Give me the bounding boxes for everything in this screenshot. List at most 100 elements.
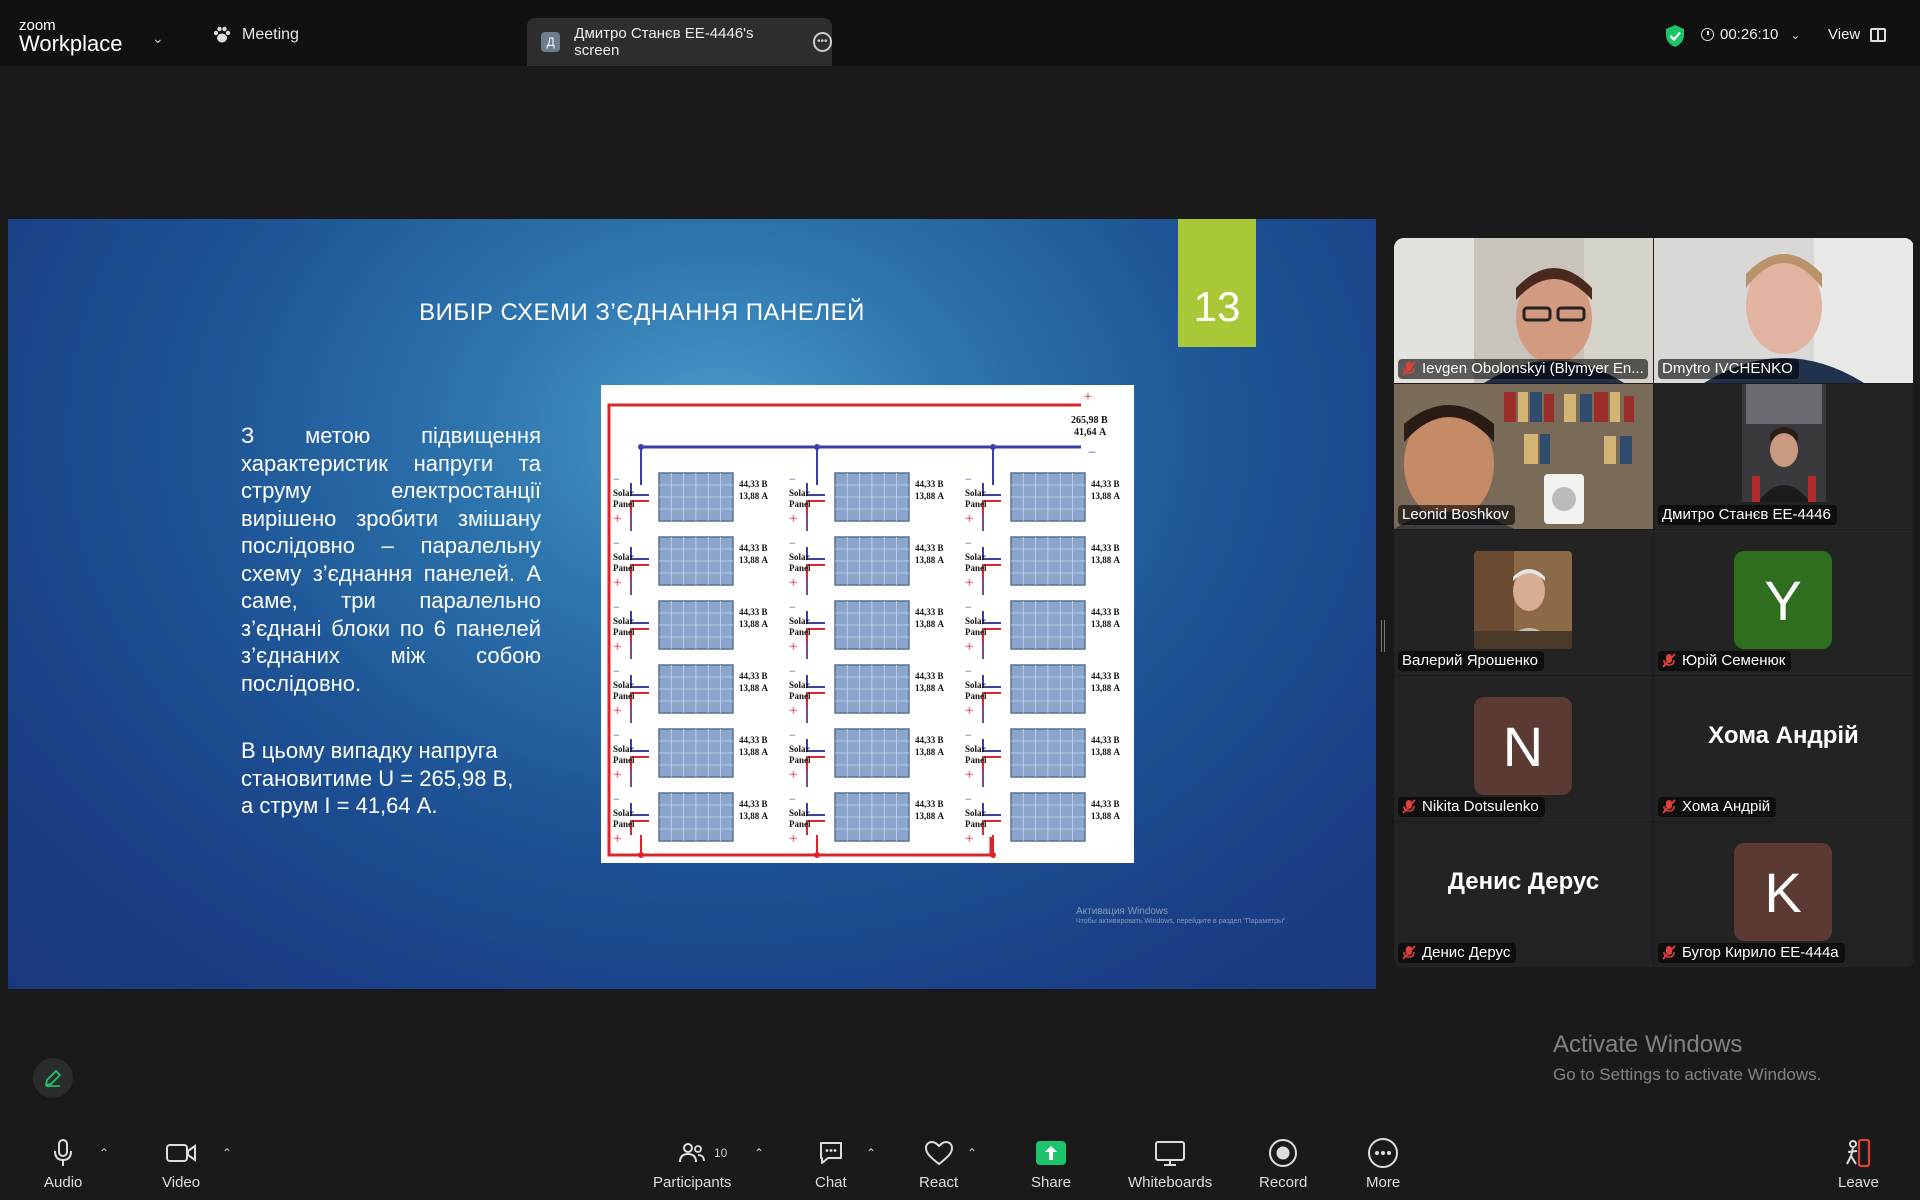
panel-label-panel: Panel xyxy=(965,691,987,701)
panel-voltage-label: 44,33 В xyxy=(1091,671,1120,681)
panel-plus-sign: + xyxy=(965,767,973,783)
panel-label-solar: Solar xyxy=(613,488,634,498)
participant-name: Leonid Boshkov xyxy=(1402,506,1509,523)
react-button[interactable]: React xyxy=(919,1136,958,1191)
panel-current-label: 13,88 А xyxy=(915,811,945,821)
leave-button[interactable]: Leave xyxy=(1838,1136,1879,1191)
panel-minus-sign: − xyxy=(965,536,972,550)
panel-minus-sign: − xyxy=(965,472,972,486)
active-speaker-tile[interactable]: Дмитро Станєв ЕЕ-4446 xyxy=(1654,384,1913,529)
total-current-label: 41,64 А xyxy=(1074,427,1107,438)
participant-photo xyxy=(1474,551,1572,649)
panel-negative-wire xyxy=(806,803,825,816)
timer-value: 00:26:10 xyxy=(1720,26,1779,43)
brand-big: Workplace xyxy=(19,31,123,56)
panel-label-panel: Panel xyxy=(789,819,811,829)
panel-voltage-label: 44,33 В xyxy=(739,671,768,681)
whiteboards-label: Whiteboards xyxy=(1128,1174,1213,1191)
panel-current-label: 13,88 А xyxy=(1091,747,1121,757)
shared-screen[interactable]: ВИБІР СХЕМИ З’ЄДНАННЯ ПАНЕЛЕЙ 13 З метою… xyxy=(8,219,1376,989)
panel-plus-sign: + xyxy=(613,639,621,655)
more-button[interactable]: More xyxy=(1366,1136,1400,1191)
chat-label: Chat xyxy=(815,1174,847,1191)
participant-tile[interactable]: Хома Андрій Хома Андрій xyxy=(1654,676,1913,821)
panel-minus-sign: − xyxy=(613,600,620,614)
participant-tile[interactable]: Денис Дерус Денис Дерус xyxy=(1394,822,1653,967)
participants-button[interactable]: Participants xyxy=(653,1136,731,1191)
panel-label-panel: Panel xyxy=(965,819,987,829)
whiteboards-button[interactable]: Whiteboards xyxy=(1128,1136,1212,1191)
react-options-caret-icon[interactable]: ⌃ xyxy=(967,1146,977,1160)
chevron-down-icon[interactable]: ⌄ xyxy=(152,30,164,47)
mic-muted-icon xyxy=(1402,799,1416,814)
meeting-button[interactable]: Meeting xyxy=(212,26,299,44)
resize-handle[interactable] xyxy=(1381,620,1385,652)
panel-label-panel: Panel xyxy=(789,755,811,765)
zoom-logo[interactable]: zoom Workplace xyxy=(19,18,123,55)
panel-minus-sign: − xyxy=(965,792,972,806)
participant-display-name: Денис Дерус xyxy=(1447,868,1600,895)
panel-label-solar: Solar xyxy=(789,808,810,818)
panel-minus-sign: − xyxy=(789,472,796,486)
meeting-timer[interactable]: 00:26:10 ⌄ xyxy=(1701,26,1800,43)
video-options-caret-icon[interactable]: ⌃ xyxy=(222,1146,232,1160)
activate-title: Activate Windows xyxy=(1553,1031,1743,1058)
video-button[interactable]: Video xyxy=(162,1136,200,1191)
mic-muted-icon xyxy=(1662,799,1676,814)
panel-voltage-label: 44,33 В xyxy=(1091,799,1120,809)
audio-options-caret-icon[interactable]: ⌃ xyxy=(99,1146,109,1160)
panel-plus-sign: + xyxy=(613,767,621,783)
record-button[interactable]: Record xyxy=(1259,1136,1307,1191)
panel-voltage-label: 44,33 В xyxy=(915,543,944,553)
participant-tile[interactable]: K Бугор Кирило ЕЕ-444а xyxy=(1654,822,1913,967)
participant-name: Денис Дерус xyxy=(1422,944,1511,961)
panel-plus-sign: + xyxy=(965,575,973,591)
negative-terminal-label: − xyxy=(1088,445,1096,461)
panel-label-solar: Solar xyxy=(965,680,986,690)
pencil-icon xyxy=(44,1069,62,1087)
view-label: View xyxy=(1828,26,1861,43)
panel-minus-sign: − xyxy=(789,792,796,806)
panel-current-label: 13,88 А xyxy=(739,747,769,757)
participants-options-caret-icon[interactable]: ⌃ xyxy=(754,1146,764,1160)
view-button[interactable]: View xyxy=(1828,26,1887,43)
panel-label-solar: Solar xyxy=(789,680,810,690)
panel-plus-sign: + xyxy=(789,511,797,527)
panel-voltage-label: 44,33 В xyxy=(915,799,944,809)
paw-icon xyxy=(213,26,231,43)
panel-label-solar: Solar xyxy=(789,488,810,498)
chat-button[interactable]: Chat xyxy=(815,1136,847,1191)
panel-label-solar: Solar xyxy=(613,680,634,690)
slide-paragraph-2-line-2: становитиме U = 265,98 В, xyxy=(241,765,514,791)
panel-label-solar: Solar xyxy=(613,744,634,754)
chat-options-caret-icon[interactable]: ⌃ xyxy=(866,1146,876,1160)
participant-name: Nikita Dotsulenko xyxy=(1422,798,1539,815)
panel-negative-wire xyxy=(982,675,1001,688)
participants-count: 10 xyxy=(714,1146,728,1160)
participant-name-tag: Денис Дерус xyxy=(1398,943,1517,963)
encryption-shield-icon[interactable] xyxy=(1664,24,1686,48)
participant-tile[interactable]: Y Юрій Семенюк xyxy=(1654,530,1913,675)
panel-voltage-label: 44,33 В xyxy=(915,671,944,681)
panel-plus-sign: + xyxy=(613,831,621,847)
panel-plus-sign: + xyxy=(789,639,797,655)
annotate-button[interactable] xyxy=(33,1058,73,1098)
participant-avatar: N xyxy=(1474,697,1572,795)
participant-tile[interactable]: Leonid Boshkov xyxy=(1394,384,1653,529)
more-options-icon[interactable]: ••• xyxy=(812,32,832,52)
panel-label-solar: Solar xyxy=(789,744,810,754)
panel-current-label: 13,88 А xyxy=(1091,491,1121,501)
participant-tile[interactable]: Валерий Ярошенко xyxy=(1394,530,1653,675)
participant-name: Валерий Ярошенко xyxy=(1402,652,1538,669)
panel-minus-sign: − xyxy=(613,536,620,550)
participant-tile[interactable]: N Nikita Dotsulenko xyxy=(1394,676,1653,821)
audio-button[interactable]: Audio xyxy=(44,1136,82,1191)
shared-screen-tab[interactable]: Д Дмитро Станєв ЕЕ-4446's screen ••• xyxy=(527,18,832,66)
participant-tile[interactable]: Ievgen Obolonskyi (Blymyer En... xyxy=(1394,238,1653,383)
panel-current-label: 13,88 А xyxy=(915,683,945,693)
participant-tile[interactable]: Dmytro IVCHENKO xyxy=(1654,238,1913,383)
react-label: React xyxy=(919,1174,959,1191)
wiring-diagram: + −265,98 В 41,64 А − + Solar Panel 44,33 В 13,8… xyxy=(601,385,1134,863)
share-button[interactable]: Share xyxy=(1031,1136,1071,1191)
panel-current-label: 13,88 А xyxy=(1091,683,1121,693)
